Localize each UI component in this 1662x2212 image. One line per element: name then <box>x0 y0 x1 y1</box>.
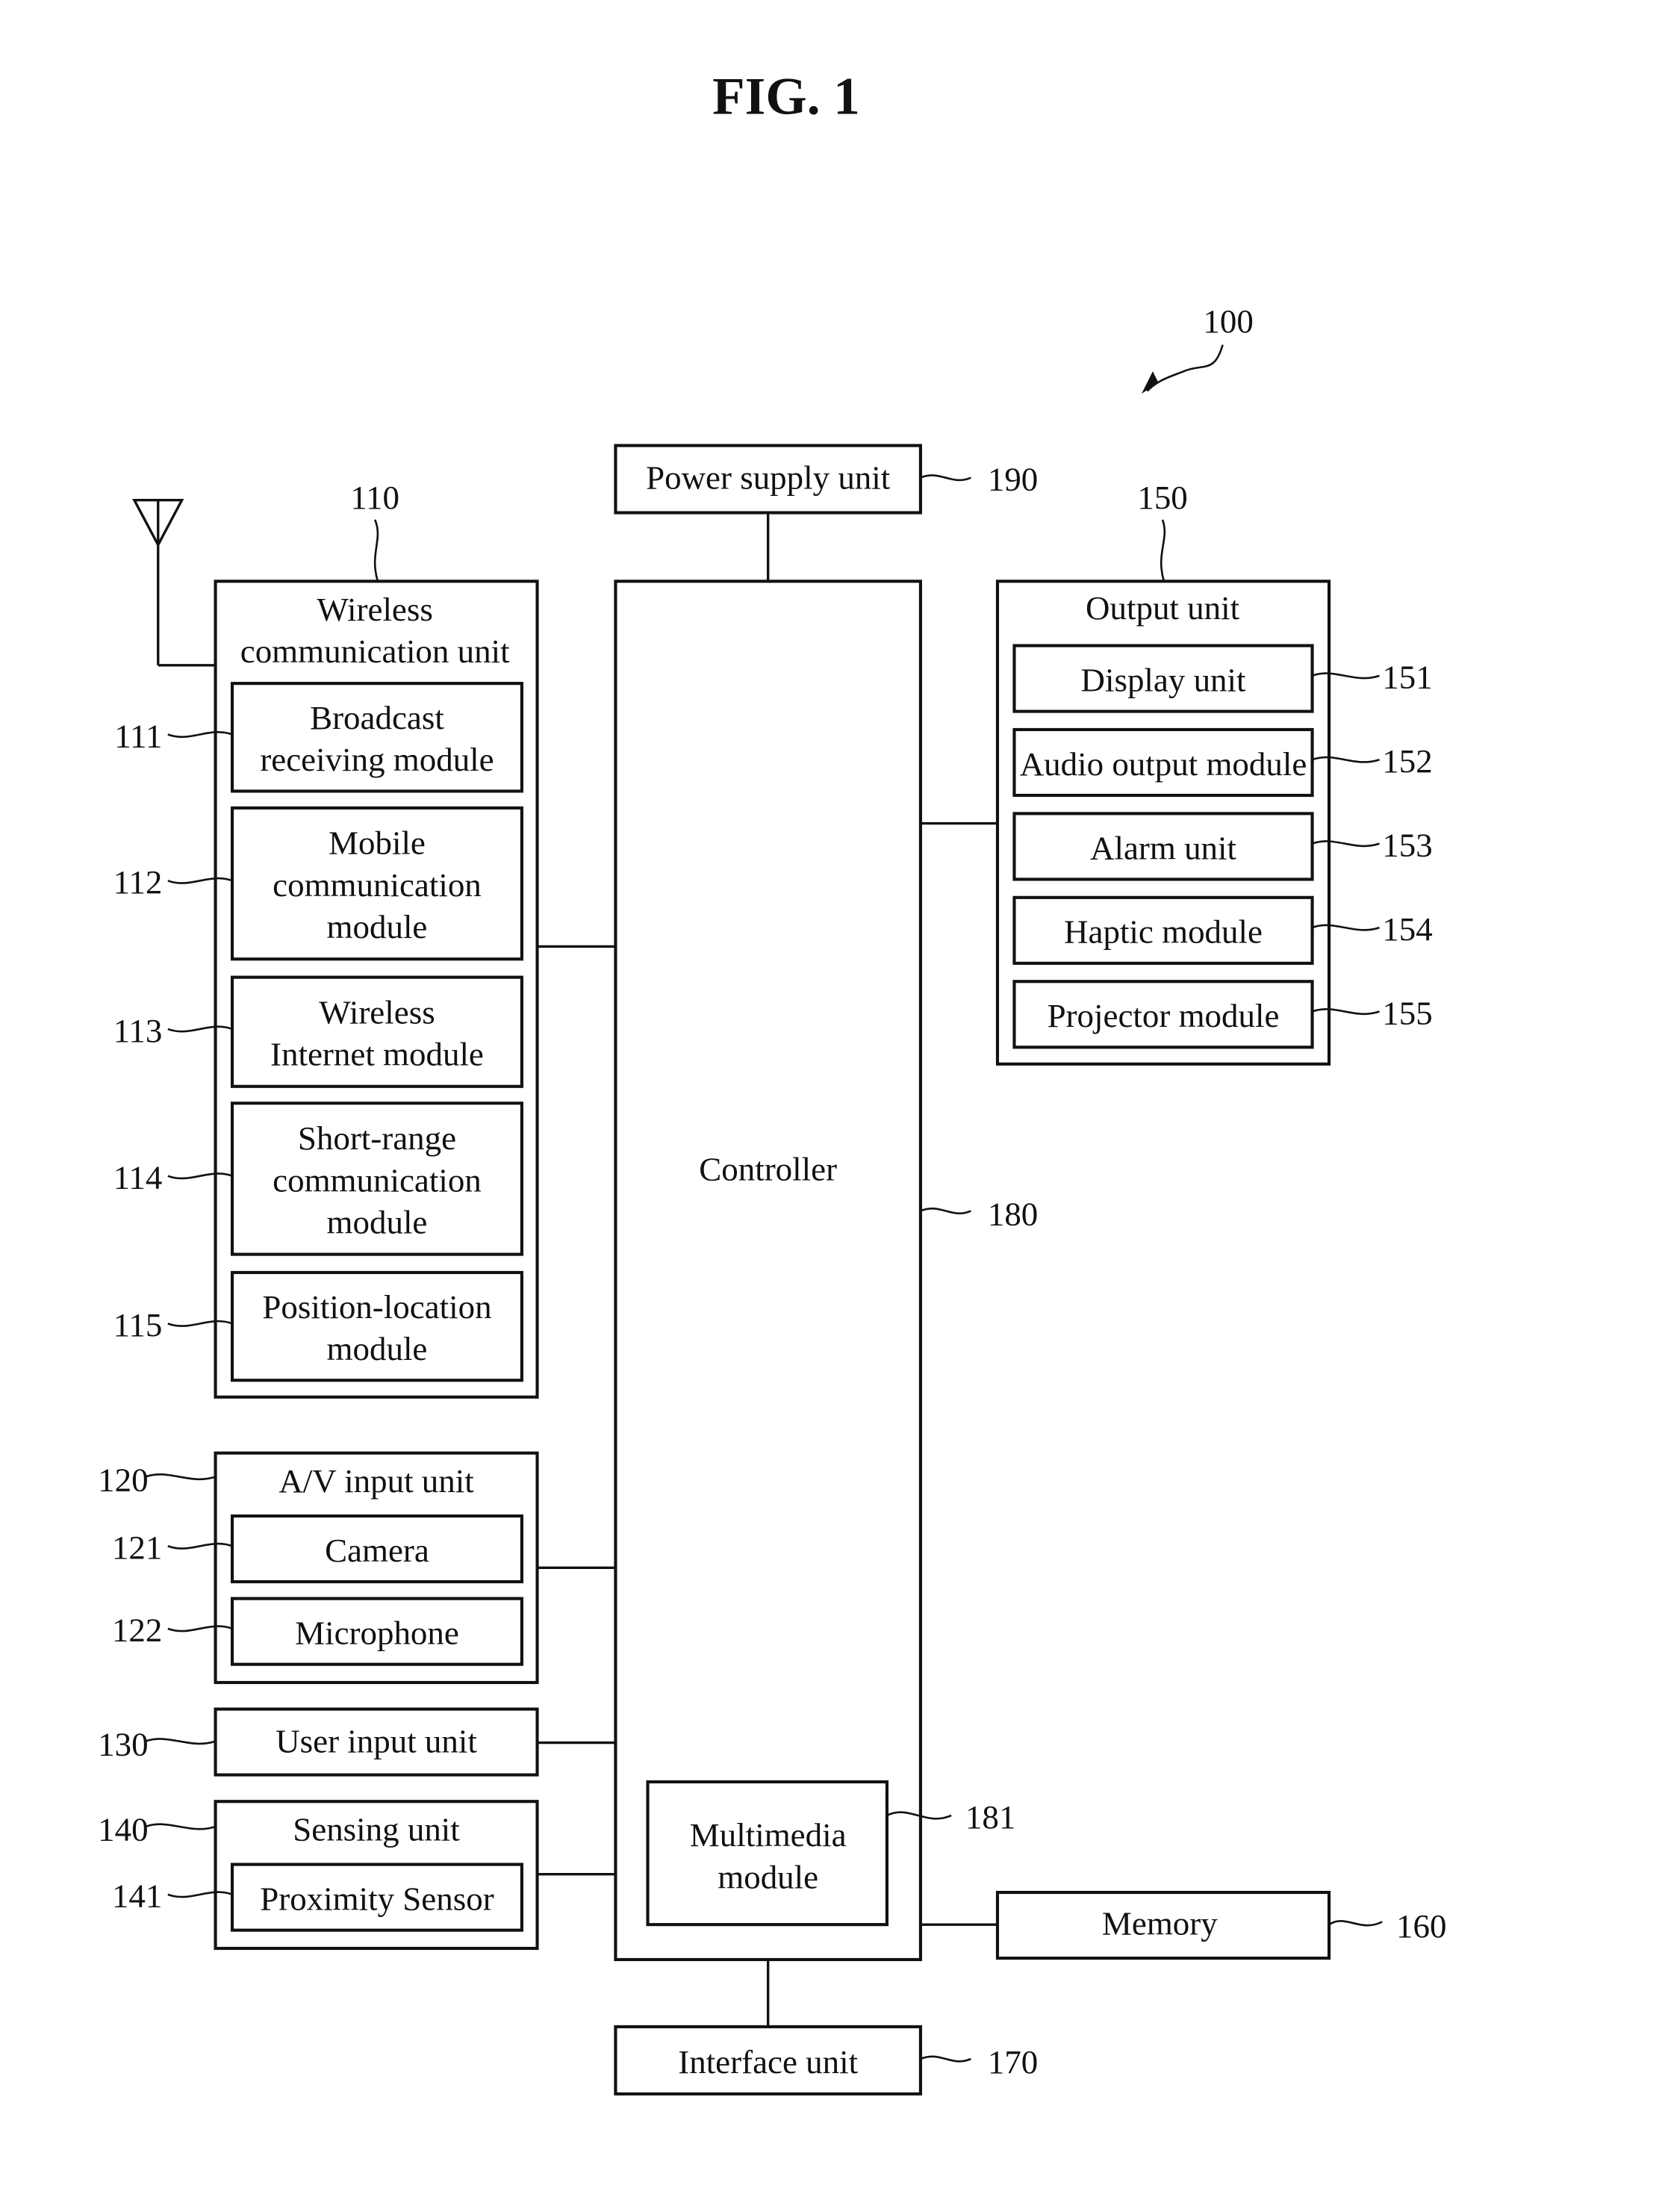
ref-152: 152 <box>1382 742 1432 780</box>
ref-153: 153 <box>1382 827 1432 864</box>
ref-141: 141 <box>112 1877 162 1915</box>
wireless-module-112: Mobile communication module 112 <box>113 806 523 961</box>
wireless-module-111-label-line1: Broadcast <box>310 699 444 736</box>
output-module-153-label-line1: Alarm unit <box>1090 829 1237 866</box>
output-title: Output unit <box>1086 589 1240 627</box>
wireless-modules: Broadcast receiving module 111 Mobile commun… <box>113 682 523 1382</box>
block-diagram: FIG. 1 100 Power supply unit 190 Control… <box>98 68 1446 2096</box>
sensing-title: Sensing unit <box>293 1811 460 1848</box>
ref-112: 112 <box>113 863 163 901</box>
ref-151: 151 <box>1382 659 1432 696</box>
ref-114: 114 <box>113 1159 163 1196</box>
ref-100: 100 <box>1203 302 1253 340</box>
ref-113: 113 <box>113 1012 163 1049</box>
device-leader-line <box>1146 344 1224 392</box>
wireless-module-112-label-line1: Mobile <box>329 824 426 862</box>
av-module-122: Microphone 122 <box>112 1597 523 1666</box>
ref-160: 160 <box>1396 1907 1446 1945</box>
leader-110 <box>373 519 379 582</box>
wireless-module-114: Short-range communication module 114 <box>113 1102 523 1256</box>
av-module-122-label-line1: Microphone <box>295 1614 459 1651</box>
ref-181: 181 <box>965 1798 1015 1836</box>
wireless-module-115: Position-location module 115 <box>113 1270 523 1382</box>
ref-122: 122 <box>112 1612 162 1649</box>
wireless-module-112-label-line2: communication <box>273 866 482 904</box>
ref-140: 140 <box>98 1811 148 1848</box>
ref-150: 150 <box>1137 479 1187 516</box>
wireless-module-112-label-line3: module <box>327 908 428 945</box>
multimedia-label-line1: Multimedia <box>690 1816 847 1854</box>
ref-120: 120 <box>98 1461 148 1498</box>
controller-label: Controller <box>699 1150 837 1187</box>
output-module-154-label-line1: Haptic module <box>1064 913 1263 951</box>
output-module-152: Audio output module 152 <box>1012 727 1433 798</box>
output-module-155: Projector module 155 <box>1012 980 1433 1049</box>
ref-121: 121 <box>112 1529 162 1566</box>
leader-190 <box>920 474 971 482</box>
arrow-head-icon <box>1141 371 1159 394</box>
av-input-title: A/V input unit <box>278 1462 474 1500</box>
wireless-module-114-label-line1: Short-range <box>298 1119 456 1157</box>
wireless-module-113: Wireless Internet module 113 <box>113 975 523 1088</box>
output-modules: Display unit 151 Audio output module 152 Ala… <box>1012 644 1433 1049</box>
ref-110: 110 <box>350 479 399 516</box>
leader-160 <box>1328 1920 1383 1927</box>
user-input-label: User input unit <box>276 1723 477 1760</box>
ref-115: 115 <box>113 1306 163 1343</box>
wireless-module-115-label-line2: module <box>327 1330 428 1367</box>
wireless-module-113-label-line2: Internet module <box>270 1036 484 1073</box>
av-module-121-label-line1: Camera <box>325 1532 429 1569</box>
ref-190: 190 <box>988 461 1038 498</box>
ref-154: 154 <box>1382 910 1432 948</box>
leader-180 <box>920 1207 971 1215</box>
wireless-module-115-label-line1: Position-location <box>262 1288 491 1326</box>
ref-180: 180 <box>988 1195 1038 1232</box>
figure-title: FIG. 1 <box>712 68 860 126</box>
output-module-154: Haptic module 154 <box>1012 895 1433 965</box>
wireless-module-113-label-line1: Wireless <box>319 993 435 1031</box>
wireless-module-114-label-line3: module <box>327 1204 428 1241</box>
ref-170: 170 <box>988 2043 1038 2081</box>
wireless-module-111: Broadcast receiving module 111 <box>114 682 523 793</box>
output-module-153: Alarm unit 153 <box>1012 812 1433 881</box>
interface-unit-label: Interface unit <box>678 2043 858 2081</box>
wireless-module-114-label-line2: communication <box>273 1161 482 1199</box>
output-module-151: Display unit 151 <box>1012 644 1433 713</box>
leader-150 <box>1160 519 1166 582</box>
wireless-title-line2: communication unit <box>240 633 510 670</box>
av-module-121: Camera 121 <box>112 1514 523 1584</box>
controller-box <box>614 580 922 1962</box>
ref-130: 130 <box>98 1725 148 1762</box>
wireless-module-111-label-line2: receiving module <box>260 741 494 778</box>
power-supply-label: Power supply unit <box>646 459 891 497</box>
sensing-module-141-label-line1: Proximity Sensor <box>260 1880 494 1917</box>
leader-120 <box>145 1473 216 1481</box>
output-module-155-label-line1: Projector module <box>1048 997 1280 1034</box>
output-module-151-label-line1: Display unit <box>1081 661 1247 698</box>
ref-155: 155 <box>1382 994 1432 1031</box>
leader-170 <box>920 2055 971 2063</box>
sensing-modules: Proximity Sensor 141 <box>112 1863 523 1932</box>
multimedia-label-line2: module <box>718 1858 818 1895</box>
sensing-module-141: Proximity Sensor 141 <box>112 1863 523 1932</box>
memory-label: Memory <box>1102 1904 1218 1942</box>
leader-140 <box>145 1823 216 1830</box>
leader-130 <box>145 1738 216 1745</box>
wireless-title-line1: Wireless <box>317 591 432 628</box>
output-module-152-label-line1: Audio output module <box>1020 745 1307 783</box>
ref-111: 111 <box>114 717 162 754</box>
